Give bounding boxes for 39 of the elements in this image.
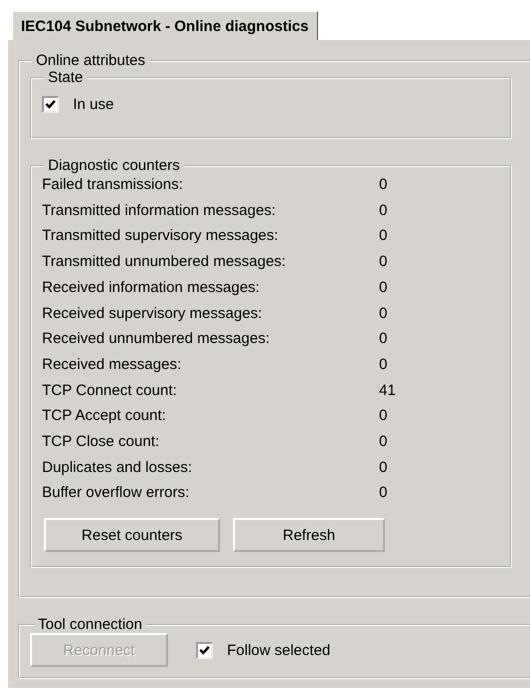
group-title: State <box>47 69 84 86</box>
counter-value: 0 <box>379 278 388 298</box>
counter-value: 0 <box>379 304 388 324</box>
counter-value: 41 <box>379 380 397 401</box>
counter-label: TCP Close count: <box>42 432 160 452</box>
counter-value: 0 <box>379 200 388 221</box>
counter-label: Failed transmissions: <box>42 175 184 195</box>
counter-value: 0 <box>379 458 388 478</box>
counter-label: Received unnumbered messages: <box>42 329 271 350</box>
counter-label: Buffer overflow errors: <box>42 483 190 504</box>
checkmark-icon <box>45 99 56 110</box>
tab[interactable]: IEC104 Subnetwork - Online diagnostics <box>12 11 318 40</box>
counter-label: Duplicates and losses: <box>42 458 194 478</box>
counter-label: Received messages: <box>42 354 182 375</box>
counter-value: 0 <box>379 406 388 426</box>
counter-value: 0 <box>379 329 388 350</box>
counter-value: 0 <box>379 252 388 272</box>
counter-value: 0 <box>379 483 388 504</box>
button[interactable]: Refresh <box>233 518 385 552</box>
counter-label: Received supervisory messages: <box>42 304 264 324</box>
checkmark-icon <box>199 644 210 656</box>
counter-label: Received information messages: <box>42 278 261 298</box>
counter-label: Transmitted unnumbered messages: <box>42 252 287 272</box>
checkbox[interactable] <box>196 642 213 659</box>
checkbox[interactable] <box>42 96 59 113</box>
checkbox-label: Follow selected <box>227 642 330 659</box>
checkbox-label: In use <box>73 96 114 113</box>
counter-label: Transmitted supervisory messages: <box>42 226 280 246</box>
button[interactable]: Reset counters <box>44 518 220 552</box>
counter-label: Transmitted information messages: <box>42 200 277 221</box>
counter-value: 0 <box>379 175 388 195</box>
group-title: Tool connection <box>37 616 144 634</box>
counter-value: 0 <box>379 354 388 375</box>
group-title: Diagnostic counters <box>47 157 181 174</box>
counter-label: TCP Accept count: <box>42 406 167 426</box>
group-title: Online attributes <box>35 52 146 69</box>
counter-value: 0 <box>379 432 388 452</box>
counter-label: TCP Connect count: <box>42 380 178 401</box>
counter-value: 0 <box>379 226 388 246</box>
